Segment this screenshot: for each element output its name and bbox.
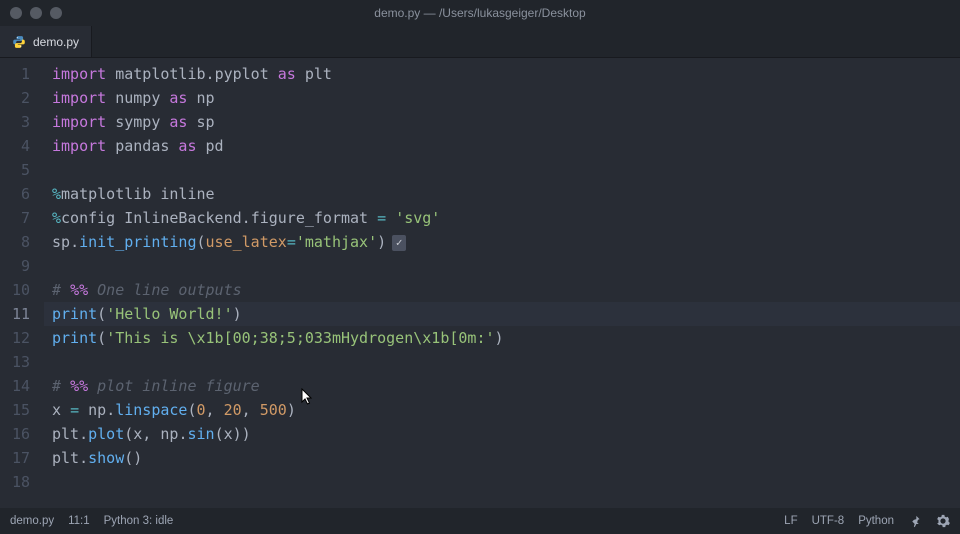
line-number: 5 xyxy=(0,158,30,182)
code-line[interactable]: plt.plot(x, np.sin(x)) xyxy=(52,422,960,446)
line-number-gutter: 123456789101112131415161718 xyxy=(0,58,44,508)
line-number: 18 xyxy=(0,470,30,494)
code-line[interactable]: import sympy as sp xyxy=(52,110,960,134)
line-number: 9 xyxy=(0,254,30,278)
status-file-name[interactable]: demo.py xyxy=(10,515,54,527)
code-line[interactable]: import matplotlib.pyplot as plt xyxy=(52,62,960,86)
line-number: 11 xyxy=(0,302,30,326)
code-line[interactable]: # %% One line outputs xyxy=(52,278,960,302)
tab-label: demo.py xyxy=(33,35,79,49)
pin-icon[interactable] xyxy=(908,514,922,528)
status-kernel[interactable]: Python 3: idle xyxy=(104,515,174,527)
tab-demo-py[interactable]: demo.py xyxy=(0,26,92,57)
line-number: 1 xyxy=(0,62,30,86)
title-bar: demo.py — /Users/lukasgeiger/Desktop xyxy=(0,0,960,26)
cell-executed-icon: ✓ xyxy=(392,235,406,251)
line-number: 6 xyxy=(0,182,30,206)
code-line[interactable] xyxy=(52,350,960,374)
zoom-window-icon[interactable] xyxy=(50,7,62,19)
line-number: 16 xyxy=(0,422,30,446)
status-bar: demo.py 11:1 Python 3: idle LF UTF-8 Pyt… xyxy=(0,508,960,534)
code-line[interactable]: # %% plot inline figure xyxy=(52,374,960,398)
code-area[interactable]: import matplotlib.pyplot as pltimport nu… xyxy=(44,58,960,508)
line-number: 15 xyxy=(0,398,30,422)
code-line[interactable]: import numpy as np xyxy=(52,86,960,110)
code-line[interactable] xyxy=(52,470,960,494)
code-line[interactable]: sp.init_printing(use_latex='mathjax')✓ xyxy=(52,230,960,254)
gear-icon[interactable] xyxy=(936,514,950,528)
python-file-icon xyxy=(12,35,26,49)
window-controls xyxy=(0,7,62,19)
close-window-icon[interactable] xyxy=(10,7,22,19)
code-line[interactable]: print('Hello World!') xyxy=(44,302,960,326)
status-line-ending[interactable]: LF xyxy=(784,515,797,527)
status-cursor-pos[interactable]: 11:1 xyxy=(68,515,90,527)
line-number: 8 xyxy=(0,230,30,254)
line-number: 7 xyxy=(0,206,30,230)
minimize-window-icon[interactable] xyxy=(30,7,42,19)
line-number: 13 xyxy=(0,350,30,374)
tab-bar: demo.py xyxy=(0,26,960,58)
status-encoding[interactable]: UTF-8 xyxy=(812,515,845,527)
line-number: 4 xyxy=(0,134,30,158)
line-number: 14 xyxy=(0,374,30,398)
status-language[interactable]: Python xyxy=(858,515,894,527)
code-line[interactable]: print('This is \x1b[00;38;5;033mHydrogen… xyxy=(52,326,960,350)
code-line[interactable]: %matplotlib inline xyxy=(52,182,960,206)
line-number: 10 xyxy=(0,278,30,302)
code-line[interactable]: plt.show() xyxy=(52,446,960,470)
line-number: 2 xyxy=(0,86,30,110)
window-title: demo.py — /Users/lukasgeiger/Desktop xyxy=(0,6,960,20)
line-number: 17 xyxy=(0,446,30,470)
line-number: 3 xyxy=(0,110,30,134)
code-editor[interactable]: 123456789101112131415161718 import matpl… xyxy=(0,58,960,508)
code-line[interactable]: x = np.linspace(0, 20, 500) xyxy=(52,398,960,422)
code-line[interactable]: %config InlineBackend.figure_format = 's… xyxy=(52,206,960,230)
code-line[interactable] xyxy=(52,158,960,182)
line-number: 12 xyxy=(0,326,30,350)
code-line[interactable] xyxy=(52,254,960,278)
code-line[interactable]: import pandas as pd xyxy=(52,134,960,158)
